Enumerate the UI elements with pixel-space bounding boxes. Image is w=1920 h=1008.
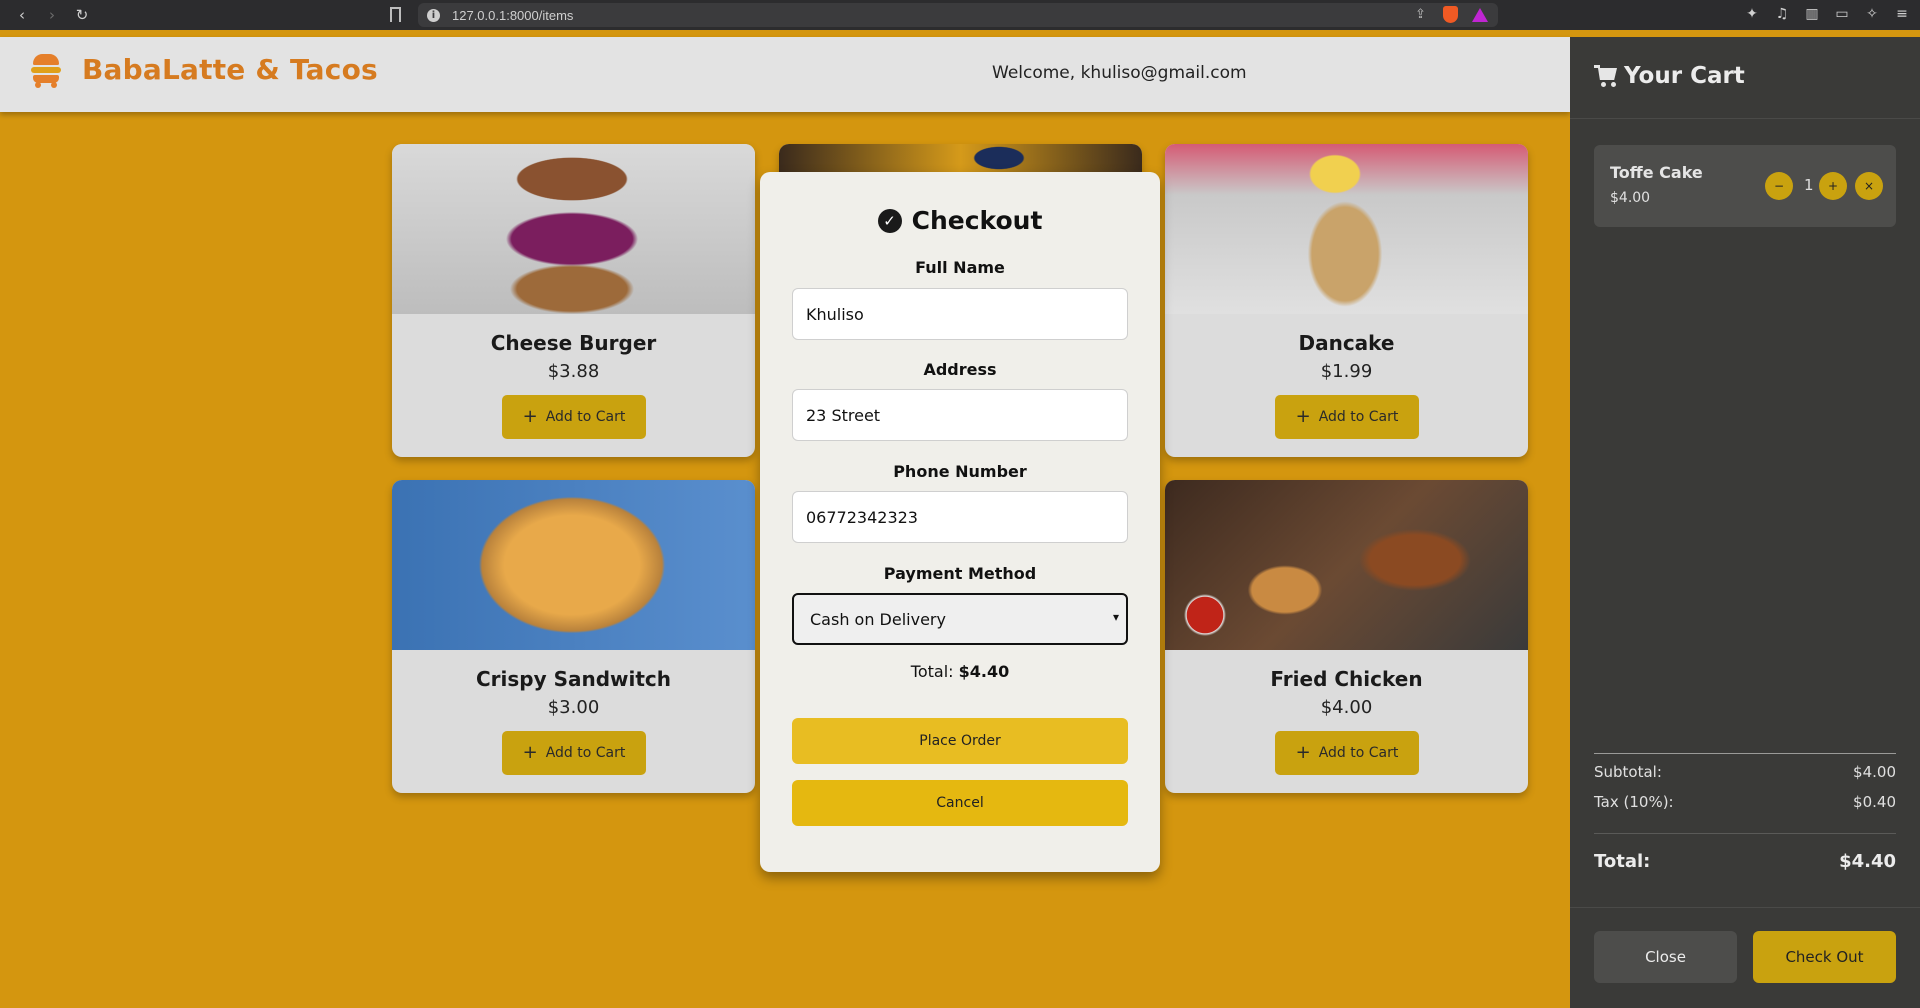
product-name: Cheese Burger: [490, 331, 657, 355]
plus-icon: +: [522, 742, 538, 763]
cart-item-qty: 1: [1804, 176, 1814, 194]
menu-icon[interactable]: ≡: [1894, 6, 1910, 22]
url-text[interactable]: 127.0.0.1:8000/items: [452, 8, 573, 23]
product-price: $3.00: [547, 697, 600, 718]
phone-input[interactable]: [792, 491, 1128, 543]
product-price: $3.88: [547, 361, 600, 382]
cart-total-row: Total: $4.40: [1594, 851, 1896, 872]
subtotal-value: $4.00: [1853, 763, 1896, 781]
address-input[interactable]: [792, 389, 1128, 441]
add-to-cart-label: Add to Cart: [1318, 745, 1399, 761]
rewards-icon[interactable]: [1472, 7, 1488, 22]
browser-toolbar: ‹ › ↻ i 127.0.0.1:8000/items ⇪ ✦ ♫ ▥ ▭ ✧…: [0, 0, 1920, 30]
total-divider: [1594, 833, 1896, 834]
product-image: [392, 480, 755, 650]
phone-label: Phone Number: [893, 462, 1027, 481]
payment-method-label: Payment Method: [883, 564, 1037, 583]
payment-method-value: Cash on Delivery: [810, 609, 946, 629]
remove-item-button[interactable]: ×: [1855, 172, 1883, 200]
product-image: [392, 144, 755, 314]
full-name-label: Full Name: [915, 258, 1005, 277]
cancel-button[interactable]: Cancel: [792, 780, 1128, 826]
wallet-icon[interactable]: ▭: [1834, 6, 1850, 22]
cart-item: Toffe Cake $4.00 − 1 + ×: [1594, 145, 1896, 227]
cart-title: Your Cart: [1624, 63, 1745, 89]
subtotal-row: Subtotal: $4.00: [1594, 763, 1896, 781]
product-card: Fried Chicken $4.00 + Add to Cart: [1165, 480, 1528, 793]
product-name: Fried Chicken: [1270, 667, 1423, 691]
plus-icon: +: [1295, 406, 1311, 427]
brave-shield-icon[interactable]: [1443, 6, 1458, 23]
cart-item-price: $4.00: [1610, 190, 1651, 206]
tax-label: Tax (10%):: [1594, 793, 1674, 811]
address-bar[interactable]: i 127.0.0.1:8000/items ⇪: [418, 3, 1498, 27]
checkout-title: Checkout: [911, 206, 1043, 235]
add-to-cart-button[interactable]: + Add to Cart: [502, 395, 646, 439]
forward-icon[interactable]: ›: [44, 6, 60, 24]
checkout-total-label: Total:: [910, 662, 954, 681]
product-price: $1.99: [1320, 361, 1373, 382]
place-order-button[interactable]: Place Order: [792, 718, 1128, 764]
summary-divider: [1594, 753, 1896, 754]
cart-total-value: $4.40: [1839, 851, 1896, 872]
add-to-cart-button[interactable]: + Add to Cart: [1275, 731, 1419, 775]
cart-header: Your Cart: [1570, 37, 1920, 119]
add-to-cart-button[interactable]: + Add to Cart: [502, 731, 646, 775]
check-circle-icon: ✓: [877, 208, 902, 233]
product-name: Dancake: [1298, 331, 1395, 355]
product-name: Crispy Sandwitch: [475, 667, 672, 691]
site-info-icon[interactable]: i: [427, 8, 440, 22]
product-image: [1165, 144, 1528, 314]
sidebar-icon[interactable]: ▥: [1804, 6, 1820, 22]
media-icon[interactable]: ♫: [1774, 6, 1790, 22]
tax-row: Tax (10%): $0.40: [1594, 793, 1896, 811]
shopping-cart-icon: [1594, 65, 1618, 87]
add-to-cart-label: Add to Cart: [545, 745, 626, 761]
product-image: [1165, 480, 1528, 650]
browser-extensions: ✦ ♫ ▥ ▭ ✧ ≡: [1744, 6, 1910, 22]
add-to-cart-button[interactable]: + Add to Cart: [1275, 395, 1419, 439]
close-cart-button[interactable]: Close: [1594, 931, 1737, 983]
cart-item-name: Toffe Cake: [1610, 163, 1703, 182]
product-price: $4.00: [1320, 697, 1373, 718]
checkout-title-row: ✓ Checkout: [760, 206, 1160, 235]
product-card: Dancake $1.99 + Add to Cart: [1165, 144, 1528, 457]
add-to-cart-label: Add to Cart: [545, 409, 626, 425]
product-card: Cheese Burger $3.88 + Add to Cart: [392, 144, 755, 457]
extensions-icon[interactable]: ✦: [1744, 6, 1760, 22]
burger-logo-icon[interactable]: [31, 54, 61, 88]
check-out-button[interactable]: Check Out: [1753, 931, 1896, 983]
leo-icon[interactable]: ✧: [1864, 6, 1880, 22]
browser-nav: ‹ › ↻: [14, 6, 90, 24]
tax-value: $0.40: [1853, 793, 1896, 811]
payment-method-select[interactable]: Cash on Delivery ▾: [792, 593, 1128, 645]
checkout-total: Total: $4.40: [760, 662, 1160, 681]
back-icon[interactable]: ‹: [14, 6, 30, 24]
reload-icon[interactable]: ↻: [74, 6, 90, 24]
cart-total-label: Total:: [1594, 851, 1651, 872]
add-to-cart-label: Add to Cart: [1318, 409, 1399, 425]
product-card: Crispy Sandwitch $3.00 + Add to Cart: [392, 480, 755, 793]
plus-icon: +: [522, 406, 538, 427]
increase-qty-button[interactable]: +: [1819, 172, 1847, 200]
cart-panel: Your Cart Toffe Cake $4.00 − 1 + × Subto…: [1570, 37, 1920, 1008]
app-header: BabaLatte & Tacos Welcome, khuliso@gmail…: [0, 37, 1570, 112]
decrease-qty-button[interactable]: −: [1765, 172, 1793, 200]
checkout-modal: ✓ Checkout Full Name Address Phone Numbe…: [760, 172, 1160, 872]
brand-name[interactable]: BabaLatte & Tacos: [82, 53, 378, 86]
chevron-down-icon: ▾: [1112, 610, 1119, 624]
share-icon[interactable]: ⇪: [1415, 7, 1429, 22]
plus-icon: +: [1295, 742, 1311, 763]
welcome-text: Welcome, khuliso@gmail.com: [992, 63, 1247, 83]
bookmark-icon[interactable]: [390, 7, 401, 22]
checkout-total-value: $4.40: [958, 662, 1010, 681]
subtotal-label: Subtotal:: [1594, 763, 1662, 781]
full-name-input[interactable]: [792, 288, 1128, 340]
address-label: Address: [923, 360, 997, 379]
address-bar-actions: ⇪: [1415, 6, 1488, 23]
cart-footer-divider: [1570, 907, 1920, 908]
